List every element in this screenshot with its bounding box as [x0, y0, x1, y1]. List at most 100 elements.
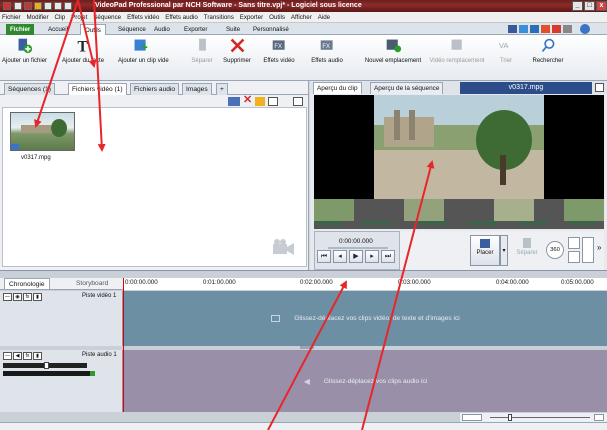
new-project-icon[interactable] — [14, 2, 22, 10]
eye-icon[interactable]: ◉ — [13, 293, 22, 301]
playhead[interactable] — [123, 278, 124, 412]
google-icon[interactable] — [541, 25, 550, 33]
tab-chronologie[interactable]: Chronologie — [4, 278, 50, 290]
search-button[interactable]: Rechercher — [528, 37, 568, 64]
close-button[interactable]: x — [596, 1, 607, 11]
zoom-in-icon[interactable] — [568, 237, 580, 249]
tab-clip-preview[interactable]: Aperçu du clip — [313, 82, 362, 94]
timeline-ruler[interactable]: 0:00:00.000 0:01:00.000 0:02:00.000 0:03… — [123, 278, 607, 290]
tab-sequence-preview[interactable]: Aperçu de la séquence — [370, 82, 444, 94]
tab-storyboard[interactable]: Storyboard — [72, 278, 112, 290]
audio-drop-zone[interactable]: ◀ Glissez-déplacez vos clips audio ici — [124, 350, 607, 412]
video-type-icon — [11, 144, 19, 150]
split-preview-button[interactable]: Séparer — [512, 235, 542, 266]
zoom-fit-icon[interactable] — [462, 414, 482, 421]
effects-icon[interactable]: fx — [23, 293, 32, 301]
remove-clip-icon[interactable]: ✕ — [243, 95, 252, 106]
menu-fichier[interactable]: Fichier — [0, 12, 23, 23]
timeline-zoom-slider[interactable] — [490, 417, 590, 418]
detach-panel-icon[interactable] — [293, 97, 303, 106]
volume-slider-handle[interactable] — [44, 362, 49, 369]
view-options-icon[interactable] — [228, 97, 240, 106]
video-replacement-button[interactable]: Vidéo remplacement — [428, 37, 486, 64]
open-project-icon[interactable] — [24, 2, 32, 10]
menu-transitions[interactable]: Transitions — [202, 12, 236, 23]
tab-sequences[interactable]: Séquences (1) — [4, 83, 55, 95]
menu-projet[interactable]: Projet — [69, 12, 89, 23]
track-resize-handle[interactable] — [300, 346, 314, 349]
collapse-audio-icon[interactable]: — — [3, 352, 12, 360]
help-icon[interactable] — [580, 24, 590, 34]
add-text-button[interactable]: T Ajouter du texte — [62, 37, 104, 64]
menu-clip[interactable]: Clip — [53, 12, 68, 23]
tab-outils[interactable]: Outils — [80, 24, 106, 35]
app-icon[interactable] — [3, 2, 11, 10]
zoom-out-icon[interactable] — [582, 237, 594, 263]
fit-icon[interactable] — [568, 251, 580, 263]
list-view-icon[interactable] — [268, 97, 278, 106]
collapse-icon[interactable]: — — [3, 293, 12, 301]
undo-icon[interactable] — [44, 2, 52, 10]
video-frame[interactable] — [314, 95, 604, 199]
menu-afficher[interactable]: Afficher — [289, 12, 314, 23]
zoom-max-icon[interactable] — [594, 414, 604, 421]
audio-effects-button[interactable]: FX Effets audio — [308, 37, 346, 64]
tab-accueil[interactable]: Accueil — [44, 24, 72, 35]
tab-fichier[interactable]: Fichier — [6, 24, 34, 35]
add-file-button[interactable]: Ajouter un fichier — [2, 37, 47, 64]
add-blank-clip-label: Ajouter un clip vide — [118, 58, 169, 64]
video-drop-zone[interactable]: Glissez-déplacez vos clips vidéo, de tex… — [124, 291, 607, 346]
video-track[interactable]: — ◉ fx ▮ Piste vidéo 1 Glissez-déplacez vos… — [0, 291, 607, 346]
step-back-button[interactable]: ◂ — [333, 250, 347, 263]
video-effects-button[interactable]: FX Effets vidéo — [260, 37, 298, 64]
new-location-button[interactable]: Nouvel emplacement — [364, 37, 422, 64]
undock-preview-icon[interactable] — [595, 83, 604, 92]
tab-images[interactable]: Images — [182, 83, 212, 95]
tab-suite[interactable]: Suite — [222, 24, 244, 35]
save-project-icon[interactable] — [34, 2, 42, 10]
tab-audio[interactable]: Audio — [150, 24, 174, 35]
tab-add-bin[interactable]: + — [216, 83, 228, 95]
facebook-icon[interactable] — [508, 25, 517, 33]
speaker-icon[interactable]: ◀ — [13, 352, 22, 360]
step-forward-button[interactable]: ▸ — [365, 250, 379, 263]
place-dropdown-icon[interactable]: ▾ — [500, 235, 508, 266]
maximize-button[interactable]: □ — [584, 1, 595, 11]
delete-button[interactable]: Supprimer — [220, 37, 254, 64]
lock-icon[interactable]: ▮ — [33, 293, 42, 301]
more-controls-icon[interactable]: » — [597, 243, 601, 252]
tab-personnalise[interactable]: Personnalisé — [249, 24, 293, 35]
go-to-start-button[interactable]: ⏮ — [317, 250, 331, 263]
menu-effets-audio[interactable]: Effets audio — [163, 12, 200, 23]
go-to-end-button[interactable]: ⏭ — [381, 250, 395, 263]
minimize-button[interactable]: _ — [572, 1, 583, 11]
audio-track[interactable]: — ◀ fx ▮ Piste audio 1 ◀ Glissez-déplacez v… — [0, 350, 607, 412]
menu-effets-video[interactable]: Effets vidéo — [125, 12, 161, 23]
clip-thumbnail[interactable] — [10, 112, 75, 151]
quick-access-dropdown-icon[interactable] — [64, 2, 72, 10]
add-blank-clip-button[interactable]: Ajouter un clip vide — [118, 37, 169, 64]
folder-icon[interactable] — [255, 97, 265, 106]
menu-sequence[interactable]: Séquence — [91, 12, 123, 23]
tab-video-files[interactable]: Fichiers vidéo (1) — [68, 83, 127, 95]
audio-lock-icon[interactable]: ▮ — [33, 352, 42, 360]
play-button[interactable]: ▶ — [349, 250, 363, 263]
menu-exporter[interactable]: Exporter — [238, 12, 265, 23]
audio-effects-track-icon[interactable]: fx — [23, 352, 32, 360]
place-button[interactable]: Placer — [470, 235, 500, 266]
timeline-zoom-handle[interactable] — [508, 414, 512, 421]
360-button[interactable]: 360 — [546, 241, 564, 259]
menu-modifier[interactable]: Modifier — [25, 12, 51, 23]
share-icon[interactable] — [563, 25, 572, 33]
menu-aide[interactable]: Aide — [316, 12, 332, 23]
youtube-icon[interactable] — [552, 25, 561, 33]
tab-sequence[interactable]: Séquence — [114, 24, 150, 35]
twitter-icon[interactable] — [519, 25, 528, 33]
menu-outils[interactable]: Outils — [267, 12, 287, 23]
redo-icon[interactable] — [54, 2, 62, 10]
tab-audio-files[interactable]: Fichiers audio — [130, 83, 180, 95]
sort-button[interactable]: VA Trier — [494, 37, 518, 64]
tab-exporter[interactable]: Exporter — [180, 24, 211, 35]
split-button[interactable]: Séparer — [188, 37, 216, 64]
linkedin-icon[interactable] — [530, 25, 539, 33]
